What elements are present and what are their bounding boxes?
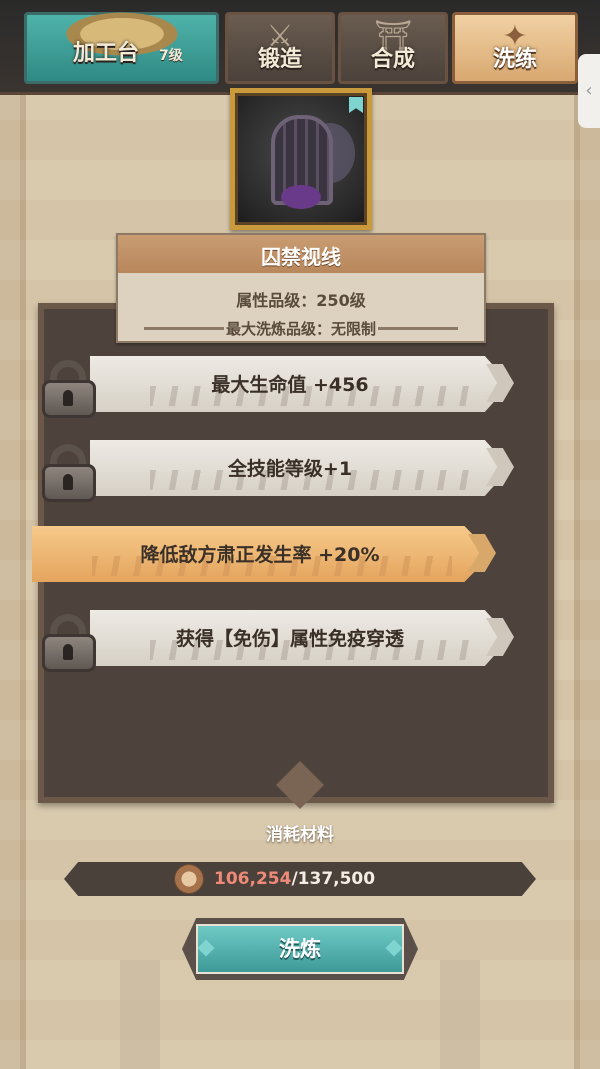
background-stripe	[440, 960, 480, 1069]
lock-icon[interactable]	[40, 360, 98, 418]
refine-button-label: 洗炼	[279, 937, 321, 961]
tab-synthesize-label: 合成	[370, 47, 415, 72]
tab-refine[interactable]: ✦ 洗练	[452, 12, 578, 84]
material-total: 137,500	[297, 869, 376, 889]
side-drawer-handle[interactable]: ‹	[578, 54, 600, 128]
stat-row-unlocked[interactable]: 降低敌方肃正发生率 +20%	[32, 524, 520, 584]
item-icon-frame[interactable]	[230, 88, 372, 230]
stat-text: 降低敌方肃正发生率 +20%	[140, 544, 380, 566]
stat-text: 获得【免伤】属性免疫穿透	[175, 628, 404, 650]
stat-row[interactable]: 全技能等级+1	[40, 438, 520, 502]
rarity-gem-icon	[349, 97, 363, 113]
attribute-level: 属性品级：250级	[236, 291, 366, 310]
material-count: 106,254/137,500	[214, 869, 375, 889]
workbench-level: 7级	[159, 48, 183, 64]
tab-forge[interactable]: ⚔ 锻造	[225, 12, 335, 84]
lock-icon[interactable]	[40, 614, 98, 672]
tab-forge-label: 锻造	[257, 47, 302, 72]
stat-text: 全技能等级+1	[227, 458, 353, 480]
stat-row[interactable]: 获得【免伤】属性免疫穿透	[40, 608, 520, 672]
material-current: 106,254	[214, 869, 292, 889]
lantern-glow	[281, 185, 321, 209]
tab-workbench[interactable]: 加工台 7级	[24, 9, 219, 84]
stat-text: 最大生命值 +456	[211, 374, 369, 396]
stat-row[interactable]: 最大生命值 +456	[40, 354, 520, 418]
refine-button[interactable]: 洗炼	[182, 918, 418, 980]
item-info-panel: 囚禁视线 属性品级：250级 最大洗炼品级：无限制	[116, 233, 486, 343]
tab-workbench-label: 加工台	[73, 41, 140, 66]
max-refine-level: 最大洗炼品级：无限制	[225, 320, 376, 338]
lock-icon[interactable]	[40, 444, 98, 502]
item-name: 囚禁视线	[261, 245, 341, 269]
tab-synthesize[interactable]: ⛩ 合成	[338, 12, 448, 84]
material-label: 消耗材料	[266, 825, 334, 845]
tab-bar: 加工台 7级 ⚔ 锻造 ⛩ 合成 ✦ 洗练	[0, 0, 600, 95]
tab-refine-label: 洗练	[492, 47, 537, 72]
background-stripe	[120, 960, 160, 1069]
coin-icon	[174, 864, 204, 894]
